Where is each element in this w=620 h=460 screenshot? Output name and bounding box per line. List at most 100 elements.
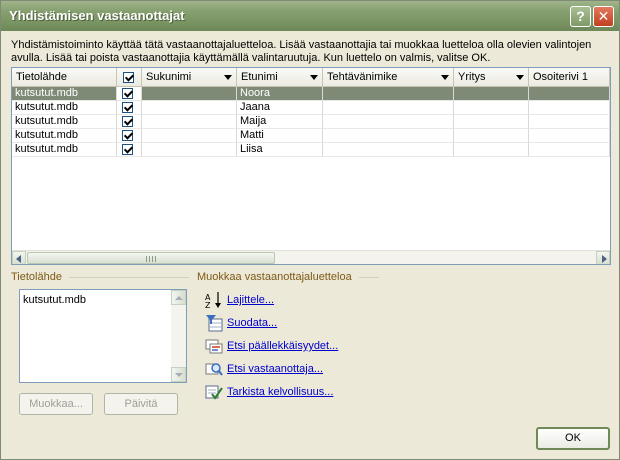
instructions-text: Yhdistämistoiminto käyttää tätä vastaano… <box>11 39 611 65</box>
row-checkbox[interactable] <box>122 102 133 113</box>
table-cell-yritys[interactable] <box>454 87 529 101</box>
table-cell-tehtava[interactable] <box>323 129 454 143</box>
dropdown-arrow-icon[interactable] <box>441 75 449 80</box>
find-duplicates-icon <box>205 339 223 354</box>
table-cell-yritys[interactable] <box>454 129 529 143</box>
find-recipient-icon <box>205 363 223 376</box>
table-cell-sukunimi[interactable] <box>142 143 237 157</box>
table-cell-source[interactable]: kutsutut.mdb <box>12 87 117 101</box>
datasource-list[interactable]: kutsutut.mdb <box>19 289 187 383</box>
table-cell-osoite[interactable] <box>529 129 610 143</box>
table-row[interactable]: kutsutut.mdb Noora <box>12 87 610 101</box>
table-row[interactable]: kutsutut.mdb Liisa <box>12 143 610 157</box>
title-bar[interactable]: Yhdistämisen vastaanottajat ? ✕ <box>1 1 619 31</box>
edit-button[interactable]: Muokkaa... <box>19 393 93 415</box>
table-cell-tehtava[interactable] <box>323 143 454 157</box>
refresh-button[interactable]: Päivitä <box>104 393 178 415</box>
table-cell-source[interactable]: kutsutut.mdb <box>12 129 117 143</box>
table-cell-osoite[interactable] <box>529 87 610 101</box>
table-row[interactable]: kutsutut.mdb Maija <box>12 115 610 129</box>
table-cell-sukunimi[interactable] <box>142 129 237 143</box>
table-cell-sukunimi[interactable] <box>142 101 237 115</box>
table-cell-sukunimi[interactable] <box>142 115 237 129</box>
filter-link[interactable]: Suodata... <box>227 317 277 329</box>
ok-button[interactable]: OK <box>536 427 610 450</box>
datasource-group-label: Tietolähde <box>11 271 62 283</box>
close-icon: ✕ <box>597 8 610 24</box>
column-header-label: Tehtävänimike <box>327 71 398 83</box>
row-checkbox-cell[interactable] <box>117 143 142 157</box>
table-cell-osoite[interactable] <box>529 115 610 129</box>
validate-icon <box>205 385 223 400</box>
column-header-sukunimi[interactable]: Sukunimi <box>142 68 237 87</box>
table-cell-etunimi[interactable]: Liisa <box>237 143 323 157</box>
row-checkbox[interactable] <box>122 88 133 99</box>
horizontal-scrollbar[interactable] <box>12 250 610 264</box>
table-cell-sukunimi[interactable] <box>142 87 237 101</box>
table-row[interactable]: kutsutut.mdb Jaana <box>12 101 610 115</box>
table-cell-osoite[interactable] <box>529 101 610 115</box>
mail-merge-recipients-dialog: Yhdistämisen vastaanottajat ? ✕ Yhdistäm… <box>0 0 620 460</box>
dropdown-arrow-icon[interactable] <box>310 75 318 80</box>
close-button[interactable]: ✕ <box>593 6 614 27</box>
table-row[interactable]: kutsutut.mdb Matti <box>12 129 610 143</box>
dropdown-arrow-icon[interactable] <box>224 75 232 80</box>
filter-icon <box>206 315 223 332</box>
dropdown-arrow-icon[interactable] <box>516 75 524 80</box>
row-checkbox[interactable] <box>122 130 133 141</box>
column-header-label: Yritys <box>458 71 486 83</box>
group-divider <box>69 277 189 278</box>
row-checkbox[interactable] <box>122 144 133 155</box>
table-cell-tehtava[interactable] <box>323 87 454 101</box>
select-all-checkbox[interactable] <box>123 72 134 83</box>
column-header-label: Etunimi <box>241 71 278 83</box>
column-header-check[interactable] <box>117 68 142 87</box>
column-header-label: Tietolähde <box>16 71 67 83</box>
table-cell-yritys[interactable] <box>454 101 529 115</box>
column-header-datasource[interactable]: Tietolähde <box>12 68 117 87</box>
instructions-line-1: Yhdistämistoiminto käyttää tätä vastaano… <box>11 39 592 51</box>
row-checkbox-cell[interactable] <box>117 87 142 101</box>
grip-icon <box>146 256 156 262</box>
find-duplicates-link[interactable]: Etsi päällekkäisyydet... <box>227 340 338 352</box>
sort-link[interactable]: Lajittele... <box>227 294 274 306</box>
table-cell-tehtava[interactable] <box>323 115 454 129</box>
vertical-scrollbar[interactable] <box>171 290 186 382</box>
table-cell-etunimi[interactable]: Maija <box>237 115 323 129</box>
row-checkbox-cell[interactable] <box>117 129 142 143</box>
sort-icon: A Z <box>205 292 221 309</box>
table-cell-source[interactable]: kutsutut.mdb <box>12 115 117 129</box>
row-checkbox-cell[interactable] <box>117 101 142 115</box>
svg-text:Z: Z <box>205 301 211 309</box>
validate-link[interactable]: Tarkista kelvollisuus... <box>227 386 333 398</box>
table-cell-etunimi[interactable]: Matti <box>237 129 323 143</box>
scrollbar-thumb[interactable] <box>27 252 275 264</box>
refine-group-label: Muokkaa vastaanottajaluetteloa <box>197 271 352 283</box>
column-header-label: Osoiterivi 1 <box>533 71 589 83</box>
scroll-down-button[interactable] <box>171 367 186 382</box>
column-header-etunimi[interactable]: Etunimi <box>237 68 323 87</box>
table-cell-source[interactable]: kutsutut.mdb <box>12 101 117 115</box>
table-cell-etunimi[interactable]: Jaana <box>237 101 323 115</box>
row-checkbox-cell[interactable] <box>117 115 142 129</box>
instructions-line-2: avulla. Lisää tai poista vastaanottajia … <box>11 52 491 64</box>
datasource-list-item[interactable]: kutsutut.mdb <box>23 294 86 306</box>
table-cell-yritys[interactable] <box>454 115 529 129</box>
column-header-label: Sukunimi <box>146 71 192 83</box>
table-cell-etunimi[interactable]: Noora <box>237 87 323 101</box>
column-header-yritys[interactable]: Yritys <box>454 68 529 87</box>
column-header-osoiterivi[interactable]: Osoiterivi 1 <box>529 68 610 87</box>
table-cell-tehtava[interactable] <box>323 101 454 115</box>
table-cell-yritys[interactable] <box>454 143 529 157</box>
help-button[interactable]: ? <box>570 6 591 27</box>
scroll-left-button[interactable] <box>12 251 26 264</box>
find-recipient-link[interactable]: Etsi vastaanottaja... <box>227 363 323 375</box>
question-mark-icon: ? <box>576 8 585 24</box>
table-cell-source[interactable]: kutsutut.mdb <box>12 143 117 157</box>
group-divider <box>359 277 379 278</box>
scroll-right-button[interactable] <box>596 251 610 264</box>
scroll-up-button[interactable] <box>171 290 186 305</box>
column-header-tehtavanimike[interactable]: Tehtävänimike <box>323 68 454 87</box>
table-cell-osoite[interactable] <box>529 143 610 157</box>
row-checkbox[interactable] <box>122 116 133 127</box>
